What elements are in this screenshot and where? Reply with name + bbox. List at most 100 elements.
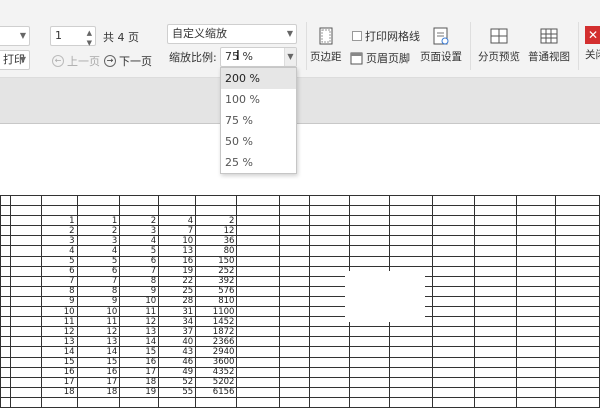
table-cell [516, 285, 556, 297]
table-cell: 15 [119, 346, 160, 358]
table-cell: 9 [40, 295, 78, 308]
table-cell [431, 215, 475, 227]
table-cell [0, 326, 11, 338]
zoom-option[interactable]: 200 % [221, 68, 296, 89]
table-cell [278, 306, 310, 318]
margins-button[interactable]: 页边距 [310, 26, 342, 64]
table-cell: 80 [195, 245, 238, 257]
margins-icon [319, 27, 333, 45]
table-cell [431, 306, 475, 318]
zoom-option[interactable]: 75 % [221, 110, 296, 131]
table-cell [236, 295, 280, 308]
table-row: 16 16 17 49 4352 [0, 366, 600, 378]
table-cell: 17 [76, 376, 121, 388]
left-combo[interactable]: ▼ [0, 26, 30, 46]
table-cell [473, 376, 518, 388]
table-cell [278, 386, 310, 398]
header-footer-button[interactable]: 页眉页脚 [350, 50, 410, 66]
table-cell: 18 [76, 386, 121, 398]
normal-view-button[interactable]: 普通视图 [528, 26, 570, 64]
zoom-option[interactable]: 25 % [221, 152, 296, 173]
page-break-preview-button[interactable]: 分页预览 [478, 26, 520, 64]
table-cell: 6 [40, 265, 78, 277]
table-cell [236, 366, 280, 378]
separator [306, 22, 307, 70]
zoom-value-combo[interactable]: 75 % ▼ [220, 47, 297, 67]
table-cell [9, 215, 42, 227]
print-dropdown[interactable]: 打印 ▼ [0, 50, 30, 70]
page-break-icon [490, 28, 508, 44]
zoom-mode-select[interactable]: 自定义缩放 ▼ [167, 24, 297, 44]
table-row: 15 15 16 46 3600 [0, 356, 600, 368]
table-cell [236, 396, 280, 408]
data-table: 1 1 2 4 2 2 2 3 7 12 3 3 4 10 36 4 4 5 13 80 5 5 6 16 150 6 6 7 19 25… [0, 194, 600, 408]
table-cell [389, 255, 433, 267]
table-cell [516, 306, 556, 318]
table-cell [236, 215, 280, 227]
table-cell [348, 376, 391, 388]
table-cell [236, 306, 280, 318]
table-cell: 12 [76, 326, 121, 338]
page-input-value: 1 [55, 29, 62, 42]
table-cell [9, 255, 42, 267]
table-cell [431, 376, 475, 388]
close-preview-button[interactable]: ✕ 关闭 [585, 26, 600, 62]
table-cell [473, 386, 518, 398]
zoom-label: 缩放比例: [169, 51, 217, 64]
table-cell [554, 376, 600, 388]
table-cell [236, 346, 280, 358]
table-cell [348, 215, 391, 227]
table-cell: 16 [76, 366, 121, 378]
table-cell [389, 356, 433, 368]
table-cell [308, 346, 350, 358]
table-cell [431, 326, 475, 338]
table-cell [431, 275, 475, 287]
table-cell [278, 376, 310, 388]
table-cell [158, 396, 197, 408]
table-cell [348, 194, 391, 207]
table-cell [516, 336, 556, 348]
table-cell: 17 [40, 376, 78, 388]
table-cell [554, 306, 600, 318]
table-cell: 9 [76, 295, 121, 308]
next-page-button[interactable]: → 下一页 [104, 53, 152, 69]
table-cell [389, 205, 433, 217]
table-cell [473, 295, 518, 308]
table-cell [195, 396, 238, 408]
table-cell: 11 [40, 316, 78, 328]
table-cell: 15 [76, 356, 121, 368]
table-cell: 28 [158, 295, 197, 308]
table-cell: 10 [40, 306, 78, 318]
separator [578, 22, 579, 70]
separator [470, 22, 471, 70]
spin-down-icon[interactable]: ▼ [87, 34, 92, 52]
prev-page-button[interactable]: ← 上一页 [52, 53, 100, 69]
page-setup-button[interactable]: 页面设置 [420, 26, 462, 64]
table-cell [76, 194, 121, 207]
zoom-option[interactable]: 50 % [221, 131, 296, 152]
table-cell [473, 225, 518, 237]
table-cell: 2366 [195, 336, 238, 348]
table-cell: 18 [40, 386, 78, 398]
zoom-option[interactable]: 100 % [221, 89, 296, 110]
table-cell [236, 205, 280, 217]
table-cell [278, 245, 310, 257]
table-cell [308, 356, 350, 368]
chevron-down-icon[interactable]: ▼ [284, 48, 296, 66]
table-row: 4 4 5 13 80 [0, 245, 600, 257]
table-cell: 2 [195, 215, 238, 227]
table-cell: 13 [158, 245, 197, 257]
table-cell [348, 235, 391, 247]
table-cell: 3 [40, 235, 78, 247]
print-gridlines-checkbox[interactable]: 打印网格线 [352, 28, 420, 44]
page-input[interactable]: 1 ▲ ▼ [50, 26, 96, 47]
table-cell: 5 [119, 245, 160, 257]
table-cell [431, 295, 475, 308]
table-cell [278, 225, 310, 237]
table-cell [389, 235, 433, 247]
table-cell [0, 285, 11, 297]
table-cell [9, 235, 42, 247]
table-cell [236, 225, 280, 237]
table-cell [348, 326, 391, 338]
chevron-down-icon: ▼ [19, 55, 26, 64]
